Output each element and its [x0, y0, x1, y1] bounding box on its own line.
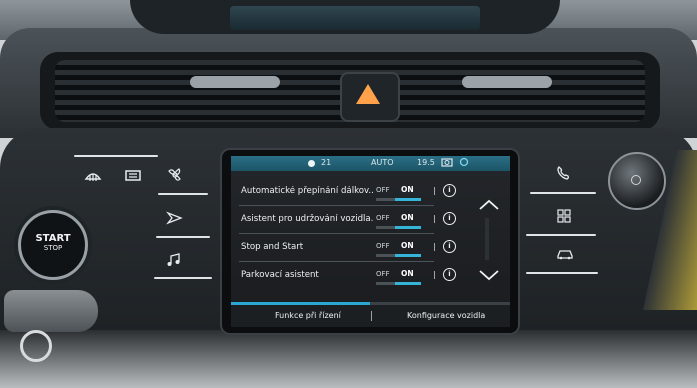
power-icon [631, 175, 641, 185]
setting-label: Automatické přepínání dálkov... [241, 186, 373, 196]
toggle-on[interactable]: ON [401, 213, 414, 222]
setting-label: Parkovací asistent [241, 270, 319, 280]
setting-label: Stop and Start [241, 242, 304, 252]
car-icon[interactable] [556, 248, 574, 264]
toggle-active-indicator [395, 282, 421, 285]
setting-row-park-assist[interactable]: Parkovací asistent OFF ON | i [231, 262, 477, 290]
toggle-off[interactable]: OFF [376, 242, 390, 250]
tab-active-indicator [231, 302, 370, 305]
start-label: START [35, 233, 71, 244]
separator: | [433, 242, 436, 251]
infotainment-screen: 21 AUTO 19.5 Automatické přepínání dálko… [231, 156, 510, 327]
separator: | [433, 214, 436, 223]
panel-divider [156, 236, 210, 238]
front-defrost-icon[interactable] [84, 169, 102, 187]
tab-vehicle-configuration[interactable]: Konfigurace vozidla [407, 311, 485, 320]
setting-row-lane-assist[interactable]: Asistent pro udržování vozidla... OFF ON… [231, 206, 477, 234]
info-icon[interactable]: i [443, 268, 456, 281]
apps-grid-icon[interactable] [557, 209, 571, 227]
toggle-off[interactable]: OFF [376, 214, 390, 222]
settings-icon [459, 157, 469, 169]
clock: 21 [321, 158, 332, 167]
separator: | [433, 186, 436, 195]
rear-defrost-icon[interactable] [124, 169, 142, 187]
music-icon[interactable] [166, 253, 182, 271]
hazard-icon [356, 84, 380, 104]
setting-label: Asistent pro udržování vozidla... [241, 214, 373, 224]
info-icon[interactable]: i [443, 240, 456, 253]
power-volume-knob-icon[interactable] [608, 152, 666, 210]
phone-icon[interactable] [555, 165, 571, 185]
scroll-down-chevron-icon[interactable] [478, 266, 500, 281]
climate-mode: AUTO [371, 158, 394, 167]
toggle-off[interactable]: OFF [376, 270, 390, 278]
separator: | [433, 270, 436, 279]
tab-divider [371, 311, 372, 321]
toggle-active-indicator [395, 226, 421, 229]
vent-adjuster-right[interactable] [462, 76, 552, 88]
vent-adjuster-left[interactable] [190, 76, 280, 88]
temperature: 19.5 [417, 158, 435, 167]
toggle-on[interactable]: ON [401, 269, 414, 278]
keyring [20, 330, 52, 362]
car-dashboard: START STOP 21 AUTO 19.5 Automatické přep… [0, 0, 697, 388]
stop-label: STOP [43, 244, 63, 252]
panel-divider [158, 193, 208, 195]
start-stop-button[interactable]: START STOP [18, 210, 88, 280]
panel-divider [526, 234, 596, 236]
tab-driving-functions[interactable]: Funkce při řízení [275, 311, 341, 320]
scroll-up-chevron-icon[interactable] [478, 196, 500, 210]
camera-icon [441, 157, 453, 169]
status-bar: 21 AUTO 19.5 [231, 156, 510, 171]
console-bottom [0, 330, 697, 388]
toggle-off[interactable]: OFF [376, 186, 390, 194]
toggle-active-indicator [395, 254, 421, 257]
toggle-active-indicator [395, 198, 421, 201]
scrollbar[interactable] [485, 218, 489, 260]
panel-divider [530, 192, 596, 194]
panel-divider [526, 272, 598, 274]
setting-row-high-beam[interactable]: Automatické přepínání dálkov... OFF ON |… [231, 178, 477, 206]
tab-bar: Funkce při řízení Konfigurace vozidla [231, 302, 510, 327]
user-profile-icon [308, 160, 315, 167]
toggle-on[interactable]: ON [401, 241, 414, 250]
toggle-on[interactable]: ON [401, 185, 414, 194]
fan-icon[interactable] [166, 167, 184, 187]
panel-divider [154, 277, 212, 279]
info-icon[interactable]: i [443, 184, 456, 197]
instrument-cluster-display [230, 6, 480, 30]
navigation-icon[interactable] [165, 211, 184, 229]
car-key [4, 290, 98, 332]
info-icon[interactable]: i [443, 212, 456, 225]
panel-divider [74, 155, 158, 157]
setting-row-stop-start[interactable]: Stop and Start OFF ON | i [231, 234, 477, 262]
